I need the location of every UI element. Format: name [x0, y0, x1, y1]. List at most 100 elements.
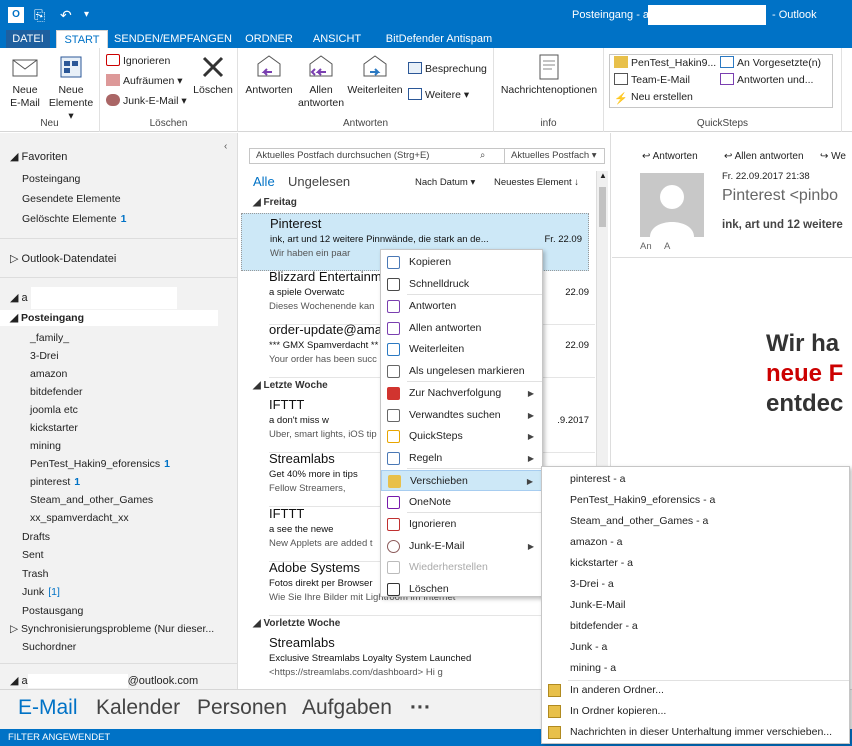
ctx-item-onenote[interactable]: OneNote [381, 492, 542, 513]
reply-button[interactable]: Antworten [242, 52, 296, 97]
folder-steam-and-other-games[interactable]: Steam_and_other_Games [0, 492, 237, 508]
new-items-button[interactable]: Neue Elemente ▾ [46, 52, 96, 123]
nav-email[interactable]: E-Mail [18, 696, 78, 720]
move-target-folder[interactable]: bitdefender - a [542, 616, 849, 637]
ctx-item-antworten[interactable]: Antworten [381, 296, 542, 317]
datafile-header[interactable]: ▷ Outlook-Datendatei [0, 251, 237, 267]
customize-qat-icon[interactable]: ▾ [84, 6, 89, 24]
folder-amazon[interactable]: amazon [0, 366, 237, 382]
forward-button[interactable]: Weiterleiten [346, 52, 404, 97]
tab-bitdefender[interactable]: BitDefender Antispam [376, 30, 502, 48]
scroll-up-icon[interactable]: ▲ [599, 171, 607, 180]
filter-all[interactable]: Alle [253, 174, 275, 189]
move-action-2[interactable]: Nachrichten in dieser Unterhaltung immer… [542, 722, 849, 743]
folder-trash[interactable]: Trash [0, 566, 237, 582]
message-options-button[interactable]: Nachrichtenoptionen [498, 52, 600, 97]
tab-senden-empfangen[interactable]: SENDEN/EMPFANGEN [114, 30, 232, 48]
move-target-folder[interactable]: amazon - a [542, 532, 849, 553]
tab-ansicht[interactable]: ANSICHT [306, 30, 368, 48]
folder-kickstarter[interactable]: kickstarter [0, 420, 237, 436]
quickstep-new[interactable]: ⚡ Neu erstellen [614, 90, 693, 105]
nav-people[interactable]: Personen [197, 696, 287, 720]
ctx-item-ignorieren[interactable]: Ignorieren [381, 514, 542, 535]
quickstep-team-email[interactable]: Team-E-Mail [614, 73, 690, 87]
ctx-item-als-ungelesen-markieren[interactable]: Als ungelesen markieren [381, 361, 542, 382]
folder-pinterest[interactable]: pinterest 1 [0, 474, 237, 490]
nav-calendar[interactable]: Kalender [96, 696, 180, 720]
move-target-folder[interactable]: 3-Drei - a [542, 574, 849, 595]
filter-unread[interactable]: Ungelesen [288, 174, 350, 189]
folder-posteingang[interactable]: ◢ Posteingang [0, 310, 218, 326]
quickstep-pentest[interactable]: PenTest_Hakin9... [614, 56, 716, 70]
ctx-item-quicksteps[interactable]: QuickSteps ▶ [381, 426, 542, 447]
account-header[interactable]: ◢ a [0, 287, 237, 309]
move-target-folder[interactable]: Junk-E-Mail [542, 595, 849, 616]
search-scope-dropdown[interactable]: Aktuelles Postfach ▾ [504, 149, 597, 163]
delete-button[interactable]: Löschen [192, 52, 234, 97]
folder-bitdefender[interactable]: bitdefender [0, 384, 237, 400]
fav-deleted[interactable]: Gelöschte Elemente 1 [0, 211, 237, 227]
move-target-folder[interactable]: Junk - a [542, 637, 849, 658]
search-icon[interactable]: ⌕ [480, 149, 485, 163]
folder-search-folders[interactable]: Suchordner [0, 639, 237, 655]
tab-datei[interactable]: DATEI [6, 30, 50, 48]
group-header-vorletzte-woche[interactable]: ◢ Vorletzte Woche [253, 618, 340, 629]
nav-tasks[interactable]: Aufgaben [302, 696, 392, 720]
sort-by-dropdown[interactable]: Nach Datum ▾ [415, 177, 475, 188]
rp-reply-button[interactable]: ↩ Antworten [642, 151, 698, 162]
move-target-folder[interactable]: pinterest - a [542, 469, 849, 490]
cleanup-button[interactable]: Aufräumen ▾ [106, 74, 183, 88]
folder-sent[interactable]: Sent [0, 547, 237, 563]
folder-3-drei[interactable]: 3-Drei [0, 348, 237, 364]
group-header-freitag[interactable]: ◢ Freitag [253, 197, 297, 208]
folder-sync-issues[interactable]: ▷ Synchronisierungsprobleme (Nur dieser.… [0, 621, 237, 637]
move-target-folder[interactable]: PenTest_Hakin9_eforensics - a [542, 490, 849, 511]
folder-junk[interactable]: Junk [1] [0, 584, 237, 600]
move-action-1[interactable]: In Ordner kopieren... [542, 701, 849, 722]
group-header-letzte-woche[interactable]: ◢ Letzte Woche [253, 380, 328, 391]
new-email-button[interactable]: Neue E-Mail [6, 52, 44, 110]
ctx-item-kopieren[interactable]: Kopieren [381, 252, 542, 273]
rp-forward-button[interactable]: ↪ We [820, 151, 846, 162]
ctx-item-regeln[interactable]: Regeln ▶ [381, 448, 542, 469]
ctx-item-weiterleiten[interactable]: Weiterleiten [381, 339, 542, 360]
ctx-item-verschieben[interactable]: Verschieben ▶ [381, 470, 542, 491]
tab-start[interactable]: START [56, 30, 108, 48]
ignore-button[interactable]: Ignorieren [106, 54, 170, 68]
more-respond-button[interactable]: Weitere ▾ [408, 88, 469, 102]
outlook-account-header[interactable]: ◢ a @outlook.com [0, 673, 237, 689]
favorites-header[interactable]: ◢ Favoriten [0, 149, 237, 165]
message-sender[interactable]: Pinterest <pinbo [722, 187, 838, 205]
folder-joomla-etc[interactable]: joomla etc [0, 402, 237, 418]
ctx-item-schnelldruck[interactable]: Schnelldruck [381, 274, 542, 295]
move-target-folder[interactable]: kickstarter - a [542, 553, 849, 574]
ctx-item-zur-nachverfolgung[interactable]: Zur Nachverfolgung ▶ [381, 383, 542, 404]
folder--family-[interactable]: _family_ [0, 330, 237, 346]
move-target-folder[interactable]: mining - a [542, 658, 849, 679]
ctx-item-verwandtes-suchen[interactable]: Verwandtes suchen ▶ [381, 405, 542, 426]
send-receive-icon[interactable]: ⎘ [34, 6, 45, 24]
fav-sent[interactable]: Gesendete Elemente [0, 191, 237, 207]
fav-inbox[interactable]: Posteingang [0, 171, 237, 187]
ctx-item-löschen[interactable]: Löschen [381, 579, 542, 600]
folder-xx-spamverdacht-xx[interactable]: xx_spamverdacht_xx [0, 510, 237, 526]
reply-all-button[interactable]: Allen antworten [296, 52, 346, 110]
nav-more[interactable]: ··· [410, 696, 431, 720]
sort-order-toggle[interactable]: Neuestes Element ↓ [494, 177, 579, 188]
folder-postausgang[interactable]: Postausgang [0, 603, 237, 619]
junk-button[interactable]: Junk-E-Mail ▾ [106, 94, 187, 108]
move-target-folder[interactable]: Steam_and_other_Games - a [542, 511, 849, 532]
folder-mining[interactable]: mining [0, 438, 237, 454]
folder-drafts[interactable]: Drafts [0, 529, 237, 545]
ctx-item-allen-antworten[interactable]: Allen antworten [381, 318, 542, 339]
search-input[interactable]: Aktuelles Postfach durchsuchen (Strg+E) … [249, 148, 605, 164]
meeting-button[interactable]: Besprechung [408, 62, 487, 76]
quickstep-reply-delete[interactable]: Antworten und... [720, 73, 813, 87]
rp-reply-all-button[interactable]: ↩ Allen antworten [724, 151, 804, 162]
quickstep-manager[interactable]: An Vorgesetzte(n) [720, 56, 821, 70]
undo-icon[interactable]: ↶ [60, 6, 72, 24]
scroll-thumb[interactable] [599, 187, 606, 227]
folder-pentest-hakin9-eforensics[interactable]: PenTest_Hakin9_eforensics 1 [0, 456, 237, 472]
tab-ordner[interactable]: ORDNER [240, 30, 298, 48]
ctx-item-junk-e-mail[interactable]: Junk-E-Mail ▶ [381, 536, 542, 557]
